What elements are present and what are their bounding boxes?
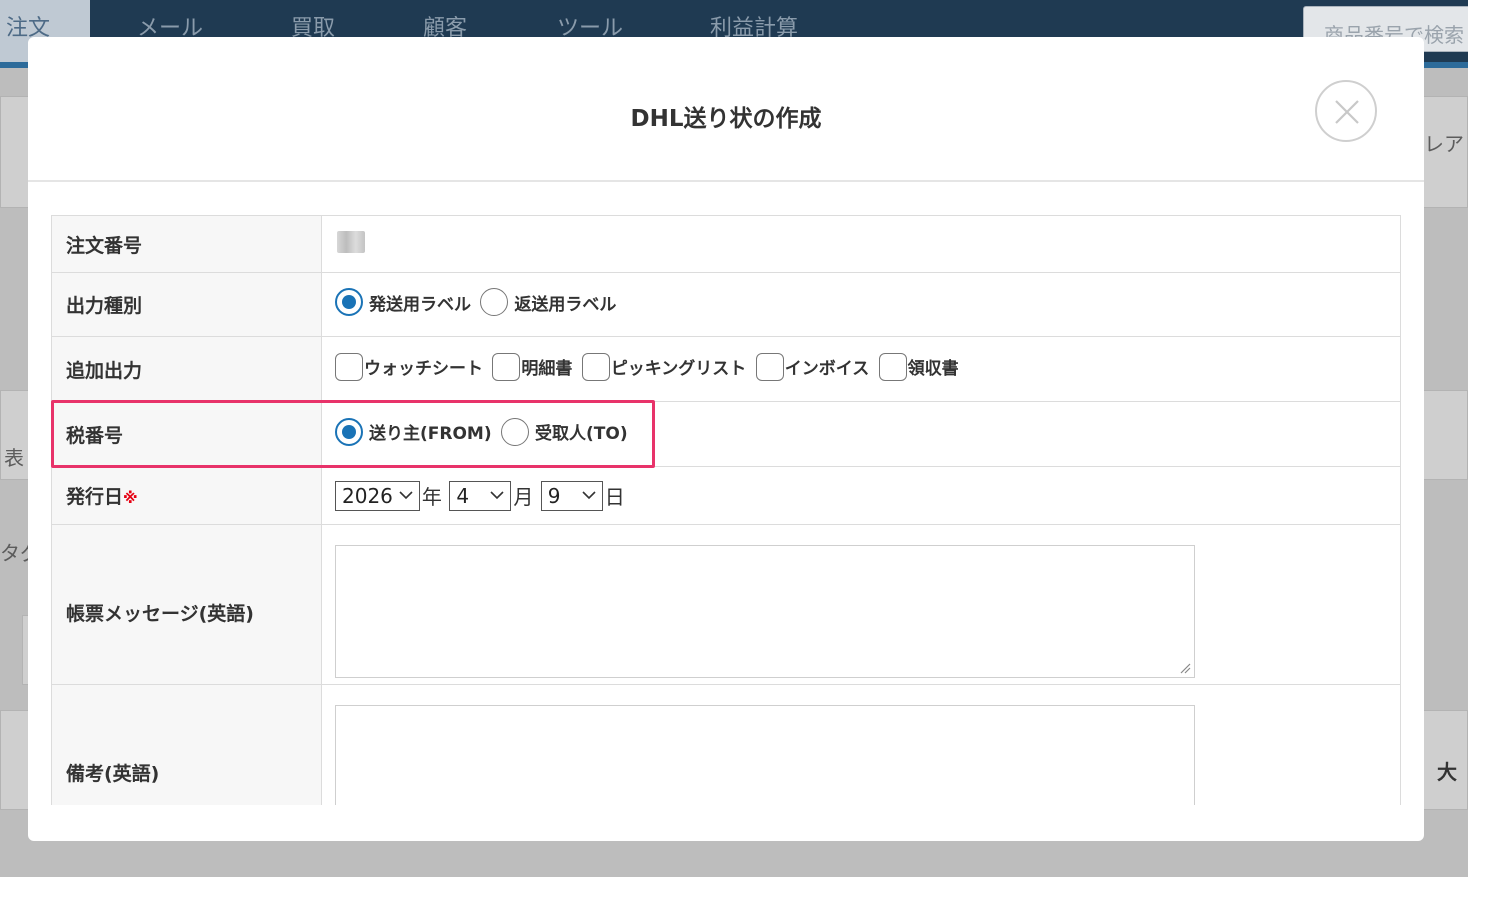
checkbox-invoice[interactable]: インボイス <box>755 352 870 381</box>
checkbox-watch-sheet-text: ウォッチシート <box>364 359 483 379</box>
label-message: 帳票メッセージ(英語) <box>51 524 322 685</box>
order-number-redacted <box>337 230 365 253</box>
year-unit: 年 <box>421 485 442 509</box>
invoice-form-table: 注文番号 出力種別 発送用ラベル 返送用ラベル 追加出力 ウォッチシート 明細書… <box>51 215 1401 805</box>
checkbox-invoice-text: インボイス <box>784 359 870 379</box>
background-fragment: 大 <box>1437 760 1457 784</box>
day-select-value: 9 <box>547 483 561 508</box>
month-select-value: 4 <box>456 483 470 508</box>
chevron-down-icon <box>399 491 413 500</box>
modal-header: DHL送り状の作成 <box>28 37 1424 182</box>
radio-shipping-label-text: 発送用ラベル <box>369 294 471 315</box>
row-remarks: 備考(英語) <box>51 684 1401 805</box>
close-icon <box>1335 100 1359 124</box>
checkbox-receipt[interactable]: 領収書 <box>878 352 959 381</box>
checkbox-statement[interactable]: 明細書 <box>492 352 573 381</box>
radio-shipping-label[interactable]: 発送用ラベル <box>335 288 471 316</box>
radio-recipient-to[interactable]: 受取人(TO) <box>501 417 628 446</box>
row-output-type: 出力種別 発送用ラベル 返送用ラベル <box>51 272 1401 337</box>
checkbox-watch-sheet[interactable]: ウォッチシート <box>335 352 483 381</box>
message-textarea[interactable] <box>335 544 1195 678</box>
required-mark: ※ <box>123 489 138 507</box>
radio-sender-from[interactable]: 送り主(FROM) <box>335 417 492 446</box>
row-issue-date: 発行日※ 2026 年 4 月 9 日 <box>51 466 1401 525</box>
close-button[interactable] <box>1315 80 1377 142</box>
month-select[interactable]: 4 <box>449 480 512 511</box>
chevron-down-icon <box>490 491 504 500</box>
row-message: 帳票メッセージ(英語) <box>51 524 1401 685</box>
row-order-number: 注文番号 <box>51 215 1401 273</box>
remarks-textarea[interactable] <box>335 704 1195 805</box>
label-tax-number: 税番号 <box>51 401 322 467</box>
value-additional-output: ウォッチシート 明細書 ピッキングリスト インボイス 領収書 <box>321 336 1401 402</box>
row-tax-number: 税番号 送り主(FROM) 受取人(TO) <box>51 401 1401 467</box>
checkbox-statement-text: 明細書 <box>521 359 573 379</box>
value-issue-date: 2026 年 4 月 9 日 <box>321 466 1401 525</box>
radio-button[interactable] <box>501 417 530 446</box>
checkbox-picking-list[interactable]: ピッキングリスト <box>581 352 747 381</box>
label-order-number: 注文番号 <box>51 215 322 273</box>
form-area: 注文番号 出力種別 発送用ラベル 返送用ラベル 追加出力 ウォッチシート 明細書… <box>51 215 1401 805</box>
label-issue-date-text: 発行日 <box>66 486 124 508</box>
day-select[interactable]: 9 <box>540 480 603 511</box>
label-additional-output: 追加出力 <box>51 336 322 402</box>
checkbox[interactable] <box>755 352 784 381</box>
checkbox[interactable] <box>878 352 907 381</box>
year-select-value: 2026 <box>342 483 393 508</box>
checkbox[interactable] <box>335 352 363 381</box>
value-message <box>321 524 1401 685</box>
radio-button[interactable] <box>335 417 363 446</box>
radio-button[interactable] <box>335 288 363 316</box>
checkbox[interactable] <box>581 352 610 381</box>
checkbox-picking-list-text: ピッキングリスト <box>610 359 747 379</box>
year-select[interactable]: 2026 <box>335 480 420 511</box>
radio-recipient-to-text: 受取人(TO) <box>535 424 628 444</box>
value-remarks <box>321 684 1401 805</box>
resize-grip-icon[interactable] <box>1179 662 1191 674</box>
value-output-type: 発送用ラベル 返送用ラベル <box>321 272 1401 337</box>
modal-title: DHL送り状の作成 <box>630 106 822 132</box>
row-additional-output: 追加出力 ウォッチシート 明細書 ピッキングリスト インボイス 領収書 <box>51 336 1401 402</box>
radio-return-label[interactable]: 返送用ラベル <box>480 288 616 316</box>
background-fragment: レアド <box>1424 132 1468 156</box>
value-order-number <box>321 215 1401 273</box>
label-output-type: 出力種別 <box>51 272 322 337</box>
dhl-invoice-modal: DHL送り状の作成 注文番号 出力種別 発送用ラベル 返送用ラベル 追加出力 ウ… <box>28 37 1424 841</box>
radio-button[interactable] <box>480 288 509 316</box>
chevron-down-icon <box>582 491 596 500</box>
radio-sender-from-text: 送り主(FROM) <box>369 424 492 444</box>
checkbox-receipt-text: 領収書 <box>907 359 959 379</box>
background-fragment: 表 <box>4 446 24 470</box>
value-tax-number: 送り主(FROM) 受取人(TO) <box>321 401 1401 467</box>
month-unit: 月 <box>513 485 534 509</box>
checkbox[interactable] <box>492 352 521 381</box>
label-issue-date: 発行日※ <box>51 466 322 525</box>
label-remarks: 備考(英語) <box>51 684 322 805</box>
day-unit: 日 <box>604 485 625 509</box>
radio-return-label-text: 返送用ラベル <box>514 294 617 315</box>
